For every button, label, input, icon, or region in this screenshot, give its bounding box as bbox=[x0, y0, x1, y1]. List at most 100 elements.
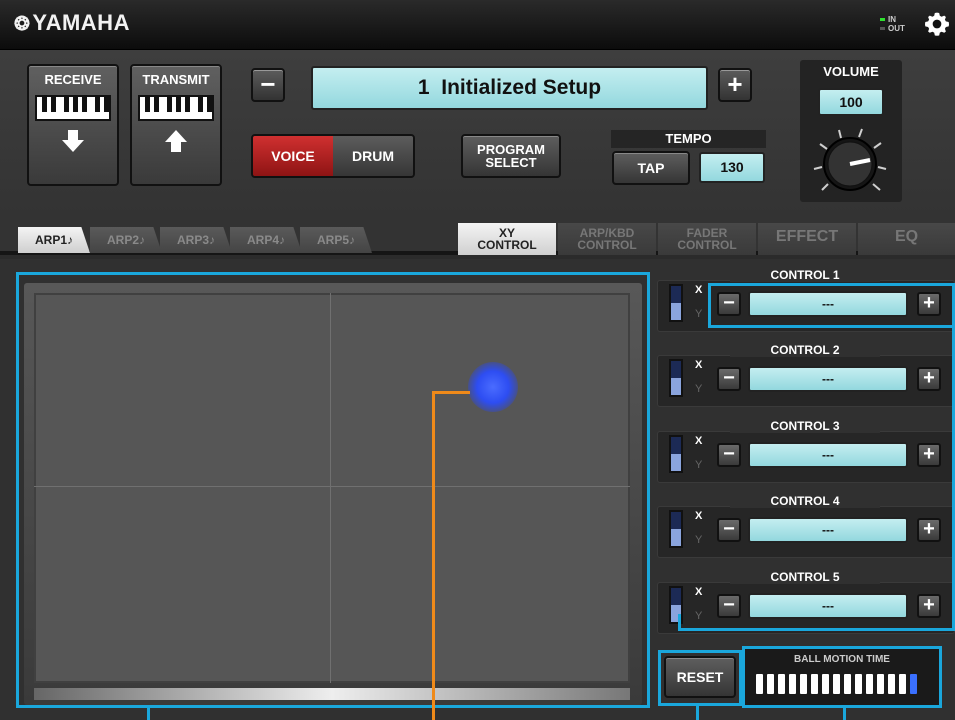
arrow-down-icon bbox=[62, 130, 84, 152]
control-3-title: CONTROL 3 bbox=[730, 419, 880, 433]
voice-drum-toggle: VOICE DRUM bbox=[251, 134, 415, 178]
callout-line-orange bbox=[432, 391, 435, 720]
tempo-value-display[interactable]: 130 bbox=[699, 152, 765, 183]
control-5-title: CONTROL 5 bbox=[730, 570, 880, 584]
volume-value-display: 100 bbox=[818, 88, 884, 116]
control-2-value-display[interactable]: --- bbox=[748, 366, 908, 392]
control-5-minus-button[interactable]: − bbox=[717, 594, 741, 618]
keyboard-icon bbox=[35, 95, 111, 121]
control-1-y-label: Y bbox=[695, 308, 703, 320]
callout-line bbox=[678, 614, 681, 630]
tap-tempo-button[interactable]: TAP bbox=[612, 151, 690, 185]
tab-bar: ARP1♪ ARP2♪ ARP3♪ ARP4♪ ARP5♪ XY CONTROL… bbox=[0, 215, 955, 255]
control-3-y-label: Y bbox=[695, 459, 703, 471]
control-1-xy-indicator[interactable] bbox=[669, 284, 683, 322]
setup-prev-button[interactable]: − bbox=[251, 68, 285, 102]
xy-pad-highlight bbox=[16, 272, 650, 708]
reset-highlight bbox=[658, 650, 742, 706]
in-indicator: IN bbox=[880, 15, 920, 24]
xy-x-segment bbox=[671, 361, 681, 378]
voice-button[interactable]: VOICE bbox=[253, 136, 333, 176]
in-led-icon bbox=[880, 18, 885, 22]
tab-arp4[interactable]: ARP4♪ bbox=[230, 227, 302, 253]
setup-name-display: 1 Initialized Setup bbox=[311, 66, 708, 110]
control-2-plus-button[interactable]: + bbox=[917, 367, 941, 391]
control-3-plus-button[interactable]: + bbox=[917, 443, 941, 467]
tab-xy-control[interactable]: XY CONTROL bbox=[458, 223, 556, 255]
callout-line bbox=[147, 706, 150, 720]
tab-effect[interactable]: EFFECT bbox=[758, 223, 856, 255]
app-window: ❂YAMAHA IN OUT RECEIVE TRANSMIT − 1 Init… bbox=[0, 0, 955, 720]
callout-line-orange bbox=[432, 391, 470, 394]
drum-button[interactable]: DRUM bbox=[333, 136, 413, 176]
tab-fader-control[interactable]: FADER CONTROL bbox=[658, 223, 756, 255]
receive-label: RECEIVE bbox=[44, 72, 102, 87]
tab-arp5[interactable]: ARP5♪ bbox=[300, 227, 372, 253]
control-4-xy-indicator[interactable] bbox=[669, 510, 683, 548]
callout-line bbox=[696, 706, 699, 720]
control-4-x-label: X bbox=[695, 510, 703, 522]
tab-arp1[interactable]: ARP1♪ bbox=[18, 227, 90, 253]
control-4-minus-button[interactable]: − bbox=[717, 518, 741, 542]
control-5-value-display[interactable]: --- bbox=[748, 593, 908, 619]
program-select-line2: SELECT bbox=[485, 155, 537, 170]
control-5-x-label: X bbox=[695, 586, 703, 598]
tempo-label: TEMPO bbox=[611, 130, 766, 148]
control-4-title: CONTROL 4 bbox=[730, 494, 880, 508]
in-label: IN bbox=[888, 15, 896, 24]
xy-y-segment bbox=[671, 529, 681, 546]
xy-y-segment bbox=[671, 454, 681, 471]
control-2-minus-button[interactable]: − bbox=[717, 367, 741, 391]
arrow-up-icon bbox=[165, 130, 187, 152]
xy-y-segment bbox=[671, 303, 681, 320]
control-4-value-display[interactable]: --- bbox=[748, 517, 908, 543]
callout-line bbox=[843, 706, 846, 720]
ball-motion-highlight bbox=[742, 646, 942, 708]
control-2-title: CONTROL 2 bbox=[730, 343, 880, 357]
control-2-y-label: Y bbox=[695, 383, 703, 395]
control-4-y-label: Y bbox=[695, 534, 703, 546]
control-1-title: CONTROL 1 bbox=[730, 268, 880, 282]
transmit-label: TRANSMIT bbox=[142, 72, 210, 87]
control-1-x-label: X bbox=[695, 284, 703, 296]
control-3-minus-button[interactable]: − bbox=[717, 443, 741, 467]
callout-line bbox=[678, 628, 955, 631]
top-bar: ❂YAMAHA IN OUT bbox=[0, 0, 955, 50]
out-label: OUT bbox=[888, 24, 905, 33]
logo-text: YAMAHA bbox=[32, 10, 130, 35]
yamaha-logo: ❂YAMAHA bbox=[14, 10, 130, 36]
tab-eq[interactable]: EQ bbox=[858, 223, 955, 255]
program-select-button[interactable]: PROGRAM SELECT bbox=[461, 134, 561, 178]
control-5-y-label: Y bbox=[695, 610, 703, 622]
control-4-plus-button[interactable]: + bbox=[917, 518, 941, 542]
out-led-icon bbox=[880, 27, 885, 31]
receive-button[interactable]: RECEIVE bbox=[27, 64, 119, 186]
control-3-xy-indicator[interactable] bbox=[669, 435, 683, 473]
control-3-x-label: X bbox=[695, 435, 703, 447]
xy-x-segment bbox=[671, 512, 681, 529]
setup-next-button[interactable]: + bbox=[718, 68, 752, 102]
tab-arpkbd-line2: CONTROL bbox=[577, 238, 637, 252]
tab-arpkbd-control[interactable]: ARP/KBD CONTROL bbox=[558, 223, 656, 255]
midi-io-indicator: IN OUT bbox=[880, 15, 920, 33]
control-2-x-label: X bbox=[695, 359, 703, 371]
yamaha-emblem-icon: ❂ bbox=[14, 14, 31, 35]
control-2-xy-indicator[interactable] bbox=[669, 359, 683, 397]
control-1-highlight bbox=[708, 283, 955, 328]
volume-knob[interactable] bbox=[808, 122, 898, 198]
control-3-value-display[interactable]: --- bbox=[748, 442, 908, 468]
tab-arp3[interactable]: ARP3♪ bbox=[160, 227, 232, 253]
tab-xy-line2: CONTROL bbox=[477, 238, 537, 252]
xy-x-segment bbox=[671, 437, 681, 454]
keyboard-icon bbox=[138, 95, 214, 121]
out-indicator: OUT bbox=[880, 24, 920, 33]
tab-arp2[interactable]: ARP2♪ bbox=[90, 227, 162, 253]
xy-x-segment bbox=[671, 588, 681, 605]
gear-icon[interactable] bbox=[924, 11, 950, 37]
xy-y-segment bbox=[671, 378, 681, 395]
xy-x-segment bbox=[671, 286, 681, 303]
volume-label: VOLUME bbox=[823, 64, 879, 79]
transmit-button[interactable]: TRANSMIT bbox=[130, 64, 222, 186]
control-5-plus-button[interactable]: + bbox=[917, 594, 941, 618]
tab-fader-line2: CONTROL bbox=[677, 238, 737, 252]
